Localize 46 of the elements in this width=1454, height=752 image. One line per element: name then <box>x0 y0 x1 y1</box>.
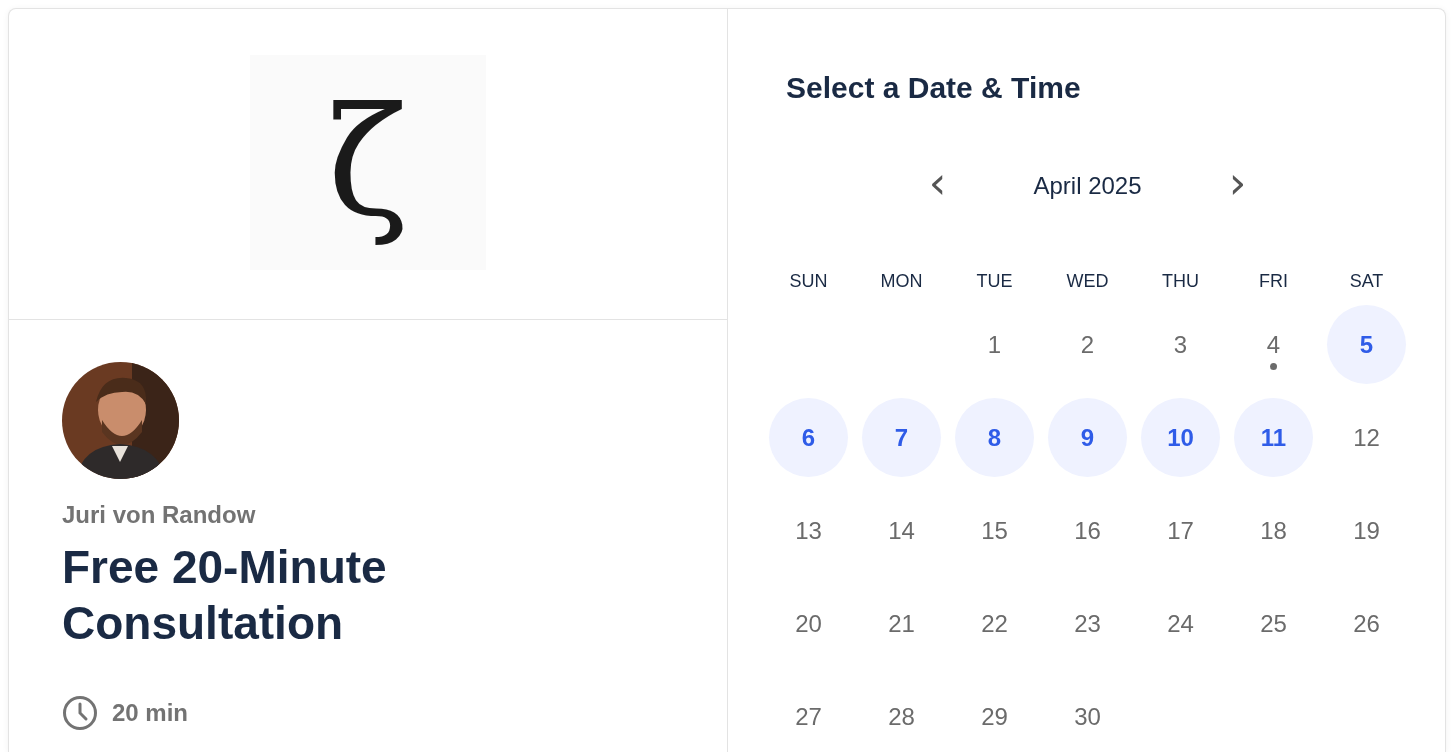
weekday-label: TUE <box>975 271 1014 292</box>
day-number: 1 <box>986 329 1003 360</box>
day-number: 22 <box>980 608 1009 639</box>
day-number: 29 <box>980 701 1009 732</box>
day-number: 27 <box>794 701 823 732</box>
day-number: 26 <box>1352 608 1381 639</box>
month-label: April 2025 <box>1032 172 1143 200</box>
available-day-button[interactable]: 7 <box>862 398 941 477</box>
logo: ζ <box>250 55 486 270</box>
available-day-button[interactable]: 9 <box>1048 398 1127 477</box>
next-month-button[interactable]: › <box>1217 165 1258 207</box>
weekday-label: SUN <box>788 271 829 292</box>
weekday-label: THU <box>1161 271 1200 292</box>
day-number: 14 <box>887 515 916 546</box>
day-number: 18 <box>1259 515 1288 546</box>
day-number: 25 <box>1259 608 1288 639</box>
heading: Select a Date & Time <box>786 71 1082 105</box>
day-number: 19 <box>1352 515 1381 546</box>
previous-month-button[interactable]: ‹ <box>917 165 958 207</box>
weekday-label: SAT <box>1348 271 1385 292</box>
event-title: Free 20-Minute Consultation <box>62 540 388 651</box>
weekday-label: FRI <box>1258 271 1289 292</box>
day-number: 3 <box>1172 329 1189 360</box>
day-number: 20 <box>794 608 823 639</box>
day-number: 4 <box>1265 329 1282 360</box>
day-number: 24 <box>1166 608 1195 639</box>
day-number: 2 <box>1079 329 1096 360</box>
day-number: 30 <box>1073 701 1102 732</box>
host-name: Juri von Randow <box>62 501 257 529</box>
clock-icon <box>62 695 98 731</box>
available-day-button[interactable]: 6 <box>769 398 848 477</box>
day-number: 13 <box>794 515 823 546</box>
day-number: 21 <box>887 608 916 639</box>
available-day-button[interactable]: 8 <box>955 398 1034 477</box>
weekday-label: MON <box>879 271 924 292</box>
available-day-button[interactable]: 5 <box>1327 305 1406 384</box>
day-number: 12 <box>1352 422 1381 453</box>
day-number: 15 <box>980 515 1009 546</box>
day-number: 23 <box>1073 608 1102 639</box>
available-day-button[interactable]: 11 <box>1234 398 1313 477</box>
day-number: 28 <box>887 701 916 732</box>
available-day-button[interactable]: 10 <box>1141 398 1220 477</box>
weekday-label: WED <box>1065 271 1110 292</box>
day-number: 17 <box>1166 515 1195 546</box>
day-number: 16 <box>1073 515 1102 546</box>
duration: 20 min <box>112 699 189 727</box>
